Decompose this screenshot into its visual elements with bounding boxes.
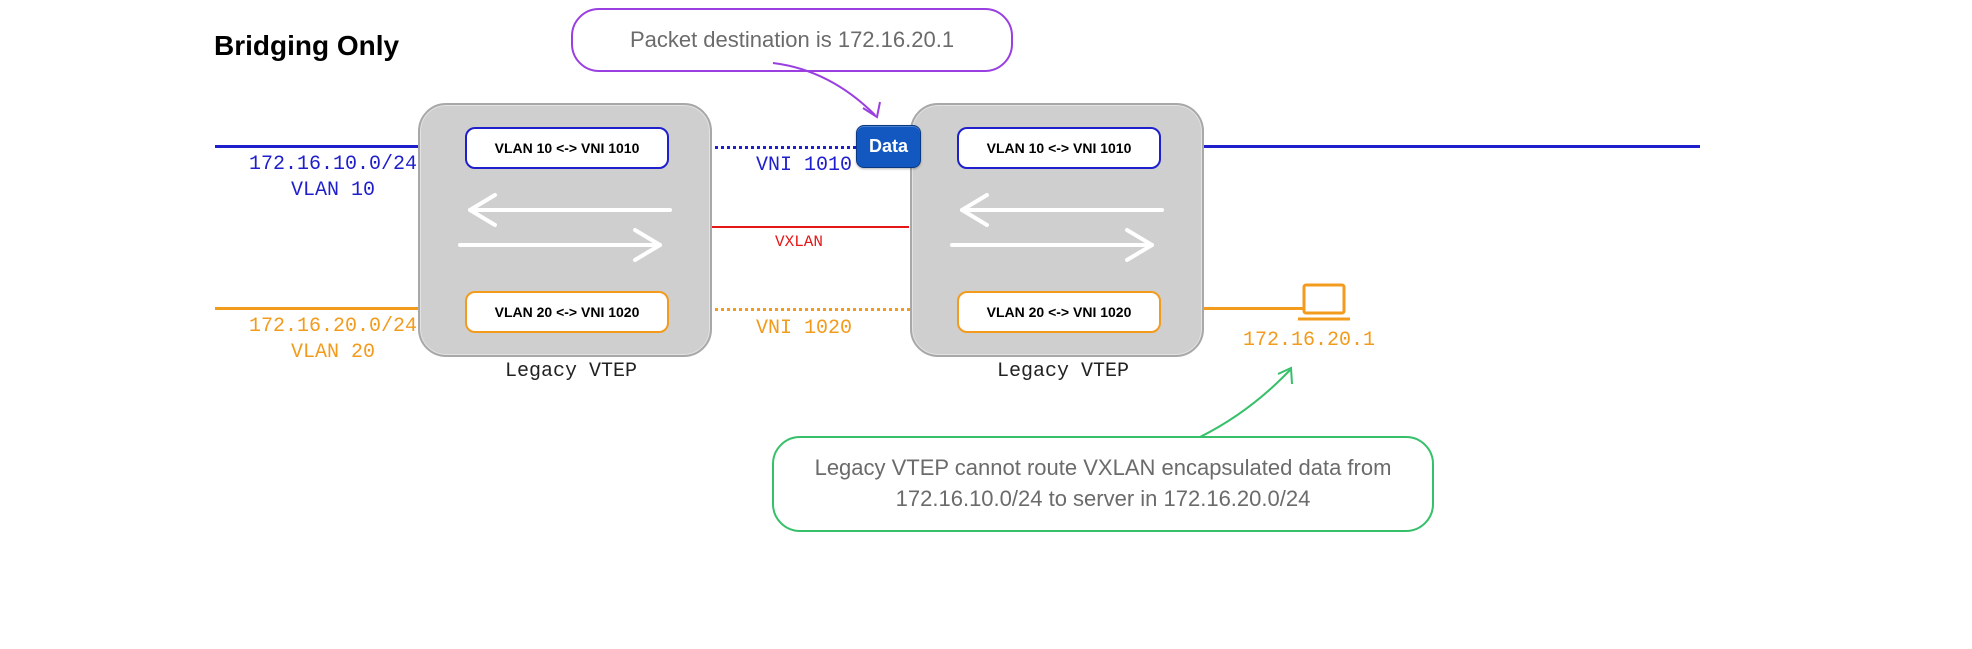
left-vlan10-mapping: VLAN 10 <-> VNI 1010 [465,127,669,169]
vni1010-label: VNI 1010 [756,153,852,179]
vlan10-right-line [1130,145,1700,148]
left-vtep-label: Legacy VTEP [505,360,637,383]
right-vtep: VLAN 10 <-> VNI 1010 VLAN 20 <-> VNI 102… [910,103,1204,357]
vlan10-left-line [215,145,425,148]
left-vtep-arrows [440,190,690,270]
vxlan-label: VXLAN [775,233,823,251]
vlan20-label-block: 172.16.20.0/24 VLAN 20 [248,314,418,366]
vni1020-dotted-line [697,308,922,311]
callout-bottom-text: Legacy VTEP cannot route VXLAN encapsula… [798,453,1408,515]
callout-top-arrow [770,60,910,130]
left-vtep: VLAN 10 <-> VNI 1010 VLAN 20 <-> VNI 102… [418,103,712,357]
right-vtep-label: Legacy VTEP [997,360,1129,383]
vlan10-name: VLAN 10 [291,179,375,202]
vlan20-left-line [215,307,425,310]
data-packet: Data [856,125,921,168]
callout-cannot-route: Legacy VTEP cannot route VXLAN encapsula… [772,436,1434,532]
callout-bottom-arrow [1190,362,1310,442]
vlan10-subnet: 172.16.10.0/24 [249,153,417,176]
right-vlan10-mapping: VLAN 10 <-> VNI 1010 [957,127,1161,169]
diagram-title: Bridging Only [214,30,399,62]
vlan20-subnet: 172.16.20.0/24 [249,315,417,338]
right-vlan20-mapping: VLAN 20 <-> VNI 1020 [957,291,1161,333]
vxlan-tunnel-line [709,226,909,228]
vlan20-name: VLAN 20 [291,341,375,364]
left-vlan20-mapping: VLAN 20 <-> VNI 1020 [465,291,669,333]
vni1020-label: VNI 1020 [756,316,852,342]
callout-top-text: Packet destination is 172.16.20.1 [630,25,954,56]
right-vtep-arrows [932,190,1182,270]
server-icon [1298,283,1350,323]
vlan10-label-block: 172.16.10.0/24 VLAN 10 [248,152,418,204]
server-ip-label: 172.16.20.1 [1243,328,1375,354]
